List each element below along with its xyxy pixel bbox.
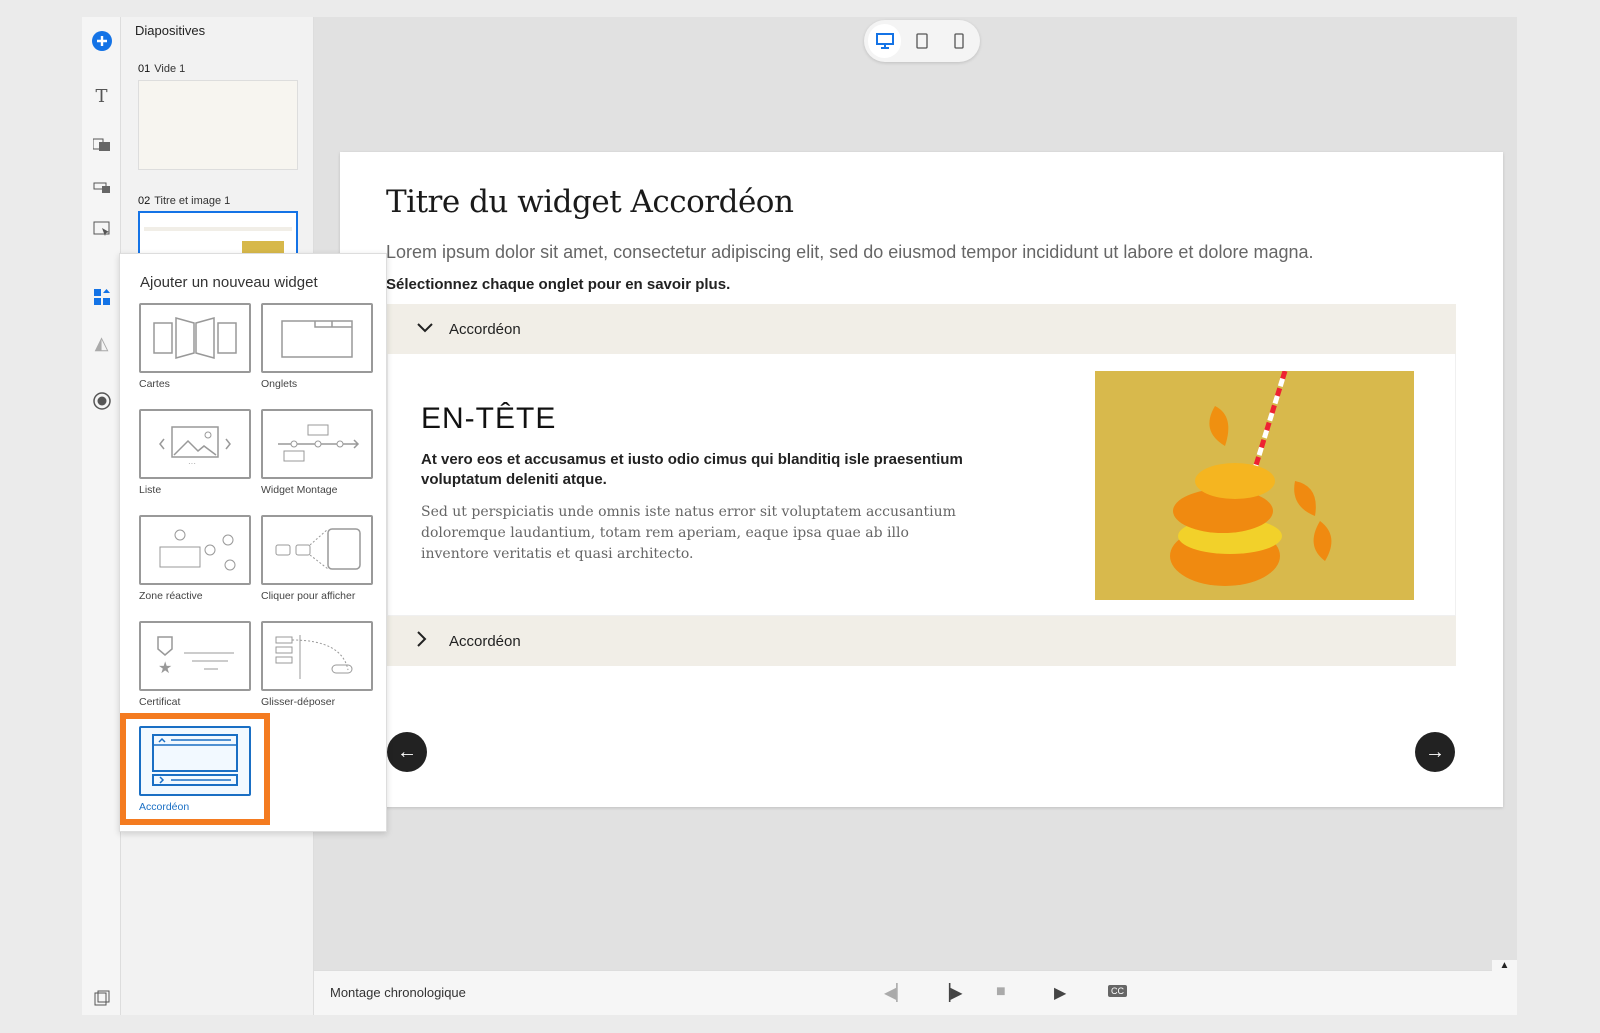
widget-certificat[interactable]: ★ Certificat bbox=[139, 621, 251, 708]
slide-name: Vide 1 bbox=[154, 63, 186, 75]
widget-label: Widget Montage bbox=[261, 484, 338, 496]
desktop-icon bbox=[875, 33, 894, 49]
slide-thumbnail-1[interactable] bbox=[138, 80, 298, 170]
accordion-header-2[interactable]: Accordéon bbox=[387, 616, 1456, 666]
orange-image[interactable] bbox=[1095, 371, 1414, 600]
slide-number: 01 bbox=[138, 63, 151, 75]
slides-panel-title: Diapositives bbox=[135, 23, 206, 38]
widgets-icon[interactable] bbox=[88, 283, 115, 310]
accordion-panel: EN-TÊTE At vero eos et accusamus et iust… bbox=[387, 354, 1456, 616]
timeline-bar: Montage chronologique ◀▏ ▕▶ ■ ▶ CC bbox=[314, 970, 1517, 1015]
tablet-view-button[interactable] bbox=[905, 24, 938, 58]
svg-text:···: ··· bbox=[188, 459, 196, 468]
slide-lead-text: Lorem ipsum dolor sit amet, consectetur … bbox=[386, 242, 1314, 262]
left-toolbar: T ◭ bbox=[82, 17, 121, 1015]
cards-icon bbox=[139, 303, 251, 373]
popup-title: Ajouter un nouveau widget bbox=[140, 274, 318, 291]
widget-label: Cartes bbox=[139, 378, 170, 390]
media-icon[interactable] bbox=[88, 130, 115, 157]
play-icon[interactable]: ▶ bbox=[1054, 983, 1066, 1003]
arrow-left-icon: ← bbox=[397, 740, 417, 763]
widget-card-icon[interactable] bbox=[88, 215, 115, 242]
slide-number: 02 bbox=[138, 195, 151, 207]
accordion-label: Accordéon bbox=[449, 320, 521, 338]
click-reveal-icon bbox=[261, 515, 373, 585]
previous-slide-button[interactable]: ← bbox=[387, 732, 427, 772]
carousel-icon: ··· bbox=[139, 409, 251, 479]
slide-label-1: 01 Vide 1 bbox=[138, 63, 185, 75]
panel-icon[interactable] bbox=[88, 984, 115, 1011]
widget-liste[interactable]: ··· Liste bbox=[139, 409, 251, 496]
tabs-icon bbox=[261, 303, 373, 373]
panel-body-text: Sed ut perspiciatis unde omnis iste natu… bbox=[421, 504, 956, 562]
collapse-timeline-button[interactable]: ▲ bbox=[1492, 960, 1517, 972]
widget-label: Liste bbox=[139, 484, 162, 496]
step-forward-icon[interactable]: ▕▶ bbox=[938, 983, 963, 1003]
stop-icon[interactable]: ■ bbox=[996, 983, 1006, 1001]
widget-label: Zone réactive bbox=[139, 590, 203, 602]
widget-glisser-deposer[interactable]: Glisser-déposer bbox=[261, 621, 373, 708]
panel-bold-text: At vero eos et accusamus et iusto odio c… bbox=[421, 451, 963, 488]
svg-text:★: ★ bbox=[158, 660, 172, 677]
widget-cliquer-pour-afficher[interactable]: Cliquer pour afficher bbox=[261, 515, 373, 602]
accordion-label: Accordéon bbox=[449, 632, 521, 650]
text-icon[interactable]: T bbox=[88, 83, 115, 110]
chevron-right-icon bbox=[417, 630, 447, 652]
accordion-header-1[interactable]: Accordéon bbox=[387, 304, 1456, 354]
slide-name: Titre et image 1 bbox=[154, 195, 231, 207]
add-widget-popup: Ajouter un nouveau widget Cartes Onglets… bbox=[119, 253, 387, 832]
timeline-label: Montage chronologique bbox=[330, 985, 466, 1000]
desktop-view-button[interactable] bbox=[868, 24, 902, 58]
widget-cartes[interactable]: Cartes bbox=[139, 303, 251, 390]
chevron-down-icon bbox=[417, 320, 447, 338]
widget-onglets[interactable]: Onglets bbox=[261, 303, 373, 390]
slide-canvas: Titre du widget Accordéon Lorem ipsum do… bbox=[340, 152, 1503, 807]
hotspot-icon bbox=[139, 515, 251, 585]
widget-zone-reactive[interactable]: Zone réactive bbox=[139, 515, 251, 602]
device-toggle bbox=[864, 20, 980, 62]
certificate-icon: ★ bbox=[139, 621, 251, 691]
mobile-icon bbox=[954, 33, 964, 49]
widget-label: Accordéon bbox=[139, 801, 190, 813]
widget-montage[interactable]: Widget Montage bbox=[261, 409, 373, 496]
panel-heading: EN-TÊTE bbox=[421, 402, 557, 435]
accordion-icon bbox=[139, 726, 251, 796]
record-icon[interactable] bbox=[88, 387, 115, 414]
interaction-icon[interactable] bbox=[88, 172, 115, 199]
widget-accordeon[interactable]: Accordéon bbox=[139, 726, 251, 813]
rewind-icon[interactable]: ◀▏ bbox=[884, 983, 909, 1003]
tablet-icon bbox=[916, 33, 928, 49]
mobile-view-button[interactable] bbox=[943, 24, 976, 58]
widget-label: Onglets bbox=[261, 378, 298, 390]
widget-label: Certificat bbox=[139, 696, 181, 708]
closed-captions-icon[interactable]: CC bbox=[1108, 985, 1127, 997]
drag-drop-icon bbox=[261, 621, 373, 691]
timeline-icon bbox=[261, 409, 373, 479]
slide-title: Titre du widget Accordéon bbox=[386, 184, 794, 220]
widget-label: Cliquer pour afficher bbox=[261, 590, 356, 602]
slide-label-2: 02 Titre et image 1 bbox=[138, 195, 230, 207]
shapes-icon[interactable]: ◭ bbox=[88, 330, 115, 357]
next-slide-button[interactable]: → bbox=[1415, 732, 1455, 772]
widget-label: Glisser-déposer bbox=[261, 696, 336, 708]
arrow-right-icon: → bbox=[1425, 740, 1445, 763]
slide-instruction: Sélectionnez chaque onglet pour en savoi… bbox=[386, 276, 731, 293]
add-icon[interactable] bbox=[88, 27, 115, 54]
